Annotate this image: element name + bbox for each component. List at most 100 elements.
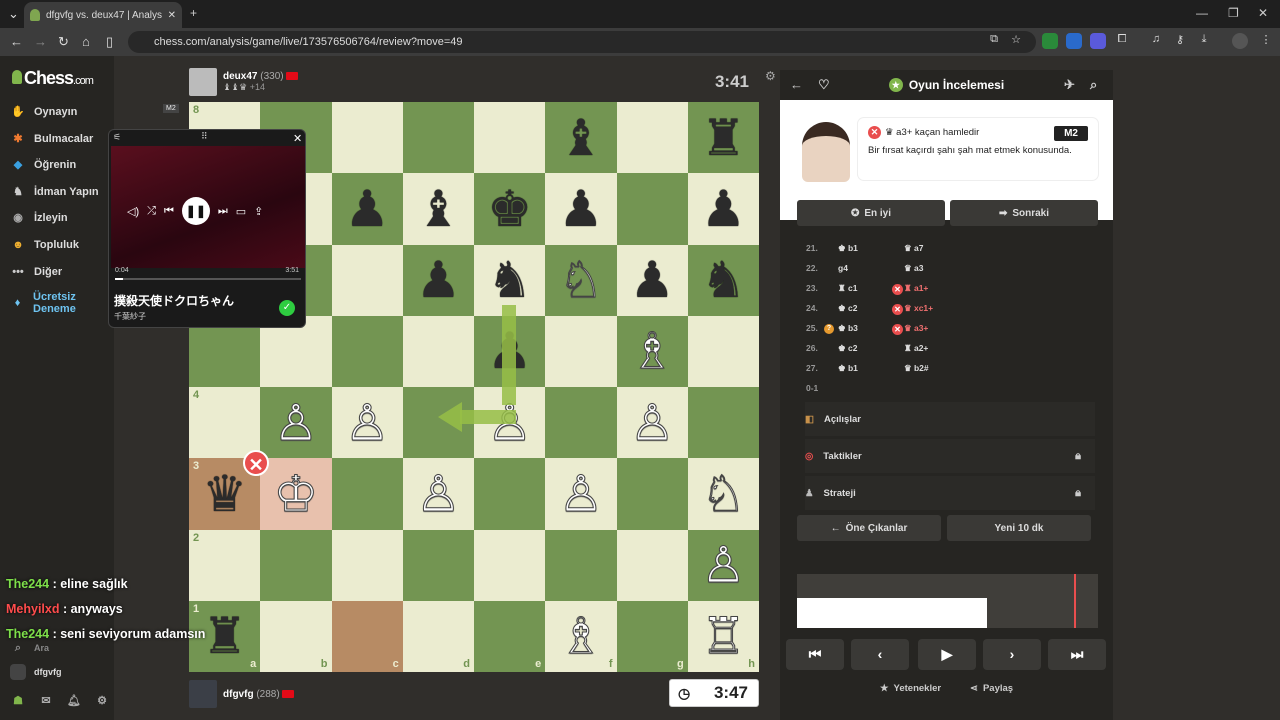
menu-icon[interactable]: ⋮ — [1258, 33, 1274, 49]
white-move[interactable]: ♚ b1 — [838, 363, 858, 374]
square-h7[interactable]: ♟ — [687, 173, 759, 245]
white-piece[interactable]: ♘ — [558, 255, 604, 306]
share-icon[interactable]: ⇪ — [254, 205, 263, 218]
sidebar-user[interactable]: dfgvfg — [10, 664, 62, 680]
square-g8[interactable] — [616, 102, 688, 174]
square-c1[interactable]: c — [331, 600, 403, 672]
square-h4[interactable] — [687, 387, 759, 459]
white-piece[interactable]: ♙ — [558, 468, 604, 519]
black-move[interactable]: ♜ a2+ — [904, 343, 928, 354]
highlights-button[interactable]: ← Öne Çıkanlar — [797, 515, 941, 541]
sidebar-item-community[interactable]: ☻ Topluluk — [10, 237, 79, 253]
square-d5[interactable] — [402, 315, 474, 387]
prev-move-button[interactable]: ‹ — [851, 639, 909, 670]
square-g2[interactable] — [616, 529, 688, 601]
bookmark-star-icon[interactable]: ☆ — [1008, 33, 1024, 49]
white-move[interactable]: ♚ b1 — [838, 243, 858, 254]
square-h3[interactable]: ♘ — [687, 458, 759, 530]
square-f5[interactable] — [545, 315, 617, 387]
square-c3[interactable] — [331, 458, 403, 530]
square-c8[interactable] — [331, 102, 403, 174]
shuffle-icon[interactable]: ⤮ — [147, 205, 156, 218]
new-game-button[interactable]: Yeni 10 dk — [947, 515, 1091, 541]
square-h1[interactable]: ♖ h — [687, 600, 759, 672]
friends-icon[interactable]: ☗ — [10, 693, 26, 709]
sidebar-item-watch[interactable]: ◉ İzleyin — [10, 210, 67, 226]
tab-list-icon[interactable]: ⌄ — [8, 6, 19, 22]
cast-icon[interactable]: ▭ — [236, 205, 246, 218]
black-move[interactable]: ♛ xc1+ — [904, 303, 933, 314]
drag-handle-icon[interactable]: ⠿ — [201, 131, 208, 142]
profile-avatar[interactable] — [1232, 33, 1248, 49]
back-arrow-icon[interactable]: ← — [790, 77, 803, 92]
square-a2[interactable]: 2 — [189, 529, 261, 601]
bottom-player-avatar[interactable] — [189, 680, 217, 708]
white-piece[interactable]: ♘ — [700, 468, 746, 519]
key-icon[interactable]: ⚷ — [1172, 33, 1188, 49]
evaluation-graph[interactable] — [797, 574, 1098, 628]
square-g7[interactable] — [616, 173, 688, 245]
square-g4[interactable]: ♙ — [616, 387, 688, 459]
white-piece[interactable]: ♙ — [273, 397, 319, 448]
black-move[interactable]: ♛ a3 — [904, 263, 923, 274]
black-piece[interactable]: ♜ — [701, 113, 746, 163]
square-a4[interactable]: 4 — [189, 387, 261, 459]
square-d2[interactable] — [402, 529, 474, 601]
white-move[interactable]: ♚ c2 — [838, 303, 857, 314]
square-c6[interactable] — [331, 244, 403, 316]
extension-1-icon[interactable] — [1042, 33, 1058, 49]
square-d7[interactable]: ♝ — [402, 173, 474, 245]
square-h2[interactable]: ♙ — [687, 529, 759, 601]
square-g6[interactable]: ♟ — [616, 244, 688, 316]
white-move[interactable]: ♜ c1 — [838, 283, 857, 294]
square-e7[interactable]: ♚ — [474, 173, 546, 245]
sidebar-item-more[interactable]: ••• Diğer — [10, 264, 62, 280]
sidebar-item-learn[interactable]: ◆ Öğrenin — [10, 157, 76, 173]
black-piece[interactable]: ♝ — [558, 113, 603, 163]
download-icon[interactable]: ⤓ — [1196, 33, 1212, 49]
square-h5[interactable] — [687, 315, 759, 387]
square-e2[interactable] — [474, 529, 546, 601]
chess-logo[interactable]: Chess.com — [12, 68, 94, 89]
black-piece[interactable]: ♟ — [416, 255, 461, 305]
black-piece[interactable]: ♞ — [701, 255, 746, 305]
minimize-icon[interactable]: — — [1196, 6, 1208, 20]
reload-icon[interactable]: ↻ — [58, 34, 69, 50]
white-piece[interactable]: ♗ — [558, 611, 604, 662]
square-e1[interactable]: e — [474, 600, 546, 672]
white-piece[interactable]: ♙ — [415, 468, 461, 519]
close-player-icon[interactable]: ✕ — [293, 132, 302, 145]
browser-tab[interactable]: dfgvfg vs. deux47 | Analysis - C ✕ — [24, 2, 182, 28]
square-f3[interactable]: ♙ — [545, 458, 617, 530]
next-icon[interactable]: ⏭ — [218, 205, 228, 218]
next-move-button[interactable]: › — [983, 639, 1041, 670]
white-move[interactable]: g4 — [838, 263, 848, 273]
best-move-button[interactable]: ✪ En iyi — [797, 200, 945, 226]
black-piece[interactable]: ♛ — [202, 469, 247, 519]
sidebar-item-puzzles[interactable]: ✱ Bulmacalar — [10, 131, 93, 147]
top-player-name[interactable]: deux47 — [223, 71, 257, 82]
extension-3-icon[interactable] — [1090, 33, 1106, 49]
zoom-icon[interactable]: ⌕ — [1090, 77, 1097, 93]
square-c4[interactable]: ♙ — [331, 387, 403, 459]
sidepanel-icon[interactable]: ▯ — [106, 34, 113, 50]
section-strategy[interactable]: ♟ Strateji 🔒︎ — [805, 476, 1095, 510]
section-tactics[interactable]: ◎ Taktikler 🔒︎ — [805, 439, 1095, 473]
extension-2-icon[interactable] — [1066, 33, 1082, 49]
home-icon[interactable]: ⌂ — [82, 34, 90, 49]
player-settings-icon[interactable]: ⚟ — [113, 132, 121, 143]
black-piece[interactable]: ♝ — [416, 184, 461, 234]
black-move[interactable]: ♛ a7 — [904, 243, 923, 254]
share-link[interactable]: ⋖ Paylaş — [970, 683, 1013, 694]
square-h8[interactable]: ♜ — [687, 102, 759, 174]
bell-icon[interactable]: 🔔︎ — [66, 693, 82, 709]
board-settings-icon[interactable]: ⚙ — [765, 69, 776, 83]
sidebar-search[interactable]: ⌕ Ara — [10, 640, 49, 656]
forward-icon[interactable]: → — [34, 34, 47, 49]
white-piece[interactable]: ♖ — [700, 611, 746, 662]
white-piece[interactable]: ♔ — [273, 468, 319, 519]
sidebar-item-train[interactable]: ♞ İdman Yapın — [10, 184, 99, 200]
bottom-player-name[interactable]: dfgvfg — [223, 689, 254, 700]
square-g1[interactable]: g — [616, 600, 688, 672]
square-d8[interactable] — [402, 102, 474, 174]
